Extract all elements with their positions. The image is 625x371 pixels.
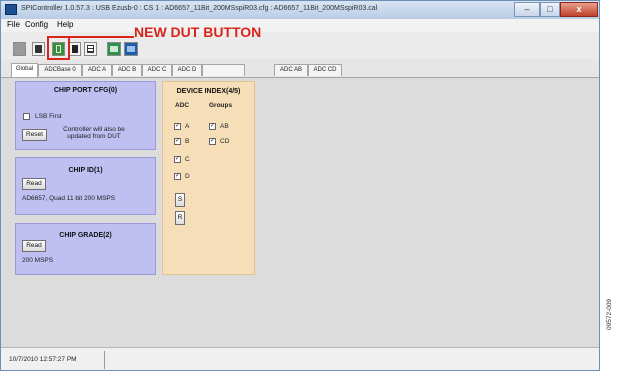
group-ab-checkbox[interactable]: ✓ bbox=[209, 123, 216, 130]
adc-a-label: A bbox=[185, 123, 190, 130]
groups-header: Groups bbox=[209, 102, 233, 109]
chip-port-panel: CHIP PORT CFG(0) LSB First Reset Control… bbox=[15, 81, 156, 150]
adc-header: ADC bbox=[175, 102, 190, 109]
chip-id-title: CHIP ID(1) bbox=[68, 167, 103, 174]
group-ab-label: AB bbox=[220, 123, 229, 130]
menu-config[interactable]: Config bbox=[25, 20, 48, 29]
chart-icon[interactable] bbox=[107, 42, 121, 56]
title-bar: SPIController 1.0.57.3 : USB Ezusb-0 : C… bbox=[1, 1, 599, 19]
app-icon bbox=[5, 4, 17, 15]
figure-id: 09572-009 bbox=[606, 298, 613, 330]
adc-c-checkbox[interactable]: ✓ bbox=[174, 156, 181, 163]
grid-icon[interactable] bbox=[84, 42, 97, 56]
reset-button[interactable]: Reset bbox=[22, 129, 47, 141]
menu-bar: File Config Help bbox=[1, 19, 599, 32]
close-button[interactable]: x bbox=[560, 2, 598, 17]
device-index-title: DEVICE INDEX(4/5) bbox=[176, 88, 241, 95]
r-button[interactable]: R bbox=[175, 211, 185, 225]
adc-b-label: B bbox=[185, 138, 190, 145]
window-title: SPIController 1.0.57.3 : USB Ezusb-0 : C… bbox=[21, 5, 378, 12]
s-button[interactable]: S bbox=[175, 193, 185, 207]
app-window: SPIController 1.0.57.3 : USB Ezusb-0 : C… bbox=[0, 0, 600, 371]
window-icon[interactable] bbox=[124, 42, 138, 56]
new-dut-annotation: NEW DUT BUTTON bbox=[134, 24, 262, 40]
tab-adc-ab[interactable]: ADC AB bbox=[274, 64, 308, 76]
status-timestamp: 10/7/2010 12:57:27 PM bbox=[9, 356, 77, 363]
adc-a-checkbox[interactable]: ✓ bbox=[174, 123, 181, 130]
menu-file[interactable]: File bbox=[7, 20, 20, 29]
save-icon[interactable] bbox=[32, 42, 45, 56]
adc-b-checkbox[interactable]: ✓ bbox=[174, 138, 181, 145]
tab-global[interactable]: Global bbox=[11, 63, 38, 77]
adc-d-label: D bbox=[185, 173, 190, 180]
reset-note: Controller will also be updated from DUT bbox=[63, 126, 125, 140]
chip-port-title: CHIP PORT CFG(0) bbox=[53, 87, 118, 94]
tab-adcbase-0[interactable]: ADCBase 0 bbox=[38, 64, 82, 76]
annotation-arrow-line bbox=[70, 36, 134, 38]
menu-help[interactable]: Help bbox=[57, 20, 73, 29]
chip-grade-value: 200 MSPS bbox=[22, 257, 54, 264]
tab-bar: Global ADCBase 0 ADC A ADC B ADC C ADC D… bbox=[1, 63, 599, 77]
minimize-button[interactable]: – bbox=[514, 2, 540, 17]
adc-d-checkbox[interactable]: ✓ bbox=[174, 173, 181, 180]
status-divider bbox=[104, 351, 105, 369]
group-cd-label: CD bbox=[220, 138, 230, 145]
tab-adc-d[interactable]: ADC D bbox=[172, 64, 202, 76]
new-dut-highlight bbox=[47, 36, 70, 60]
maximize-button[interactable]: □ bbox=[540, 2, 560, 17]
tab-adc-b[interactable]: ADC B bbox=[112, 64, 142, 76]
lsb-first-label: LSB First bbox=[35, 113, 62, 120]
tab-adc-c[interactable]: ADC C bbox=[142, 64, 172, 76]
chip-grade-panel: CHIP GRADE(2) Read 200 MSPS bbox=[15, 223, 156, 275]
disabled-icon bbox=[13, 42, 26, 56]
device-index-panel: DEVICE INDEX(4/5) ADC Groups ✓ A ✓ B ✓ C… bbox=[162, 81, 255, 275]
chip-grade-title: CHIP GRADE(2) bbox=[59, 232, 112, 239]
chip-id-value: AD6657, Quad 11 bit 200 MSPS bbox=[22, 195, 116, 202]
tab-adc-a[interactable]: ADC A bbox=[82, 64, 112, 76]
group-cd-checkbox[interactable]: ✓ bbox=[209, 138, 216, 145]
status-bar: 10/7/2010 12:57:27 PM bbox=[1, 347, 599, 370]
copy-icon[interactable] bbox=[69, 42, 81, 56]
lsb-first-checkbox[interactable] bbox=[23, 113, 30, 120]
chip-id-panel: CHIP ID(1) Read AD6657, Quad 11 bit 200 … bbox=[15, 157, 156, 215]
chip-id-read-button[interactable]: Read bbox=[22, 178, 46, 190]
tab-adc-cd[interactable]: ADC CD bbox=[308, 64, 342, 76]
adc-c-label: C bbox=[185, 156, 190, 163]
chip-grade-read-button[interactable]: Read bbox=[22, 240, 46, 252]
tab-blank[interactable] bbox=[202, 64, 245, 76]
